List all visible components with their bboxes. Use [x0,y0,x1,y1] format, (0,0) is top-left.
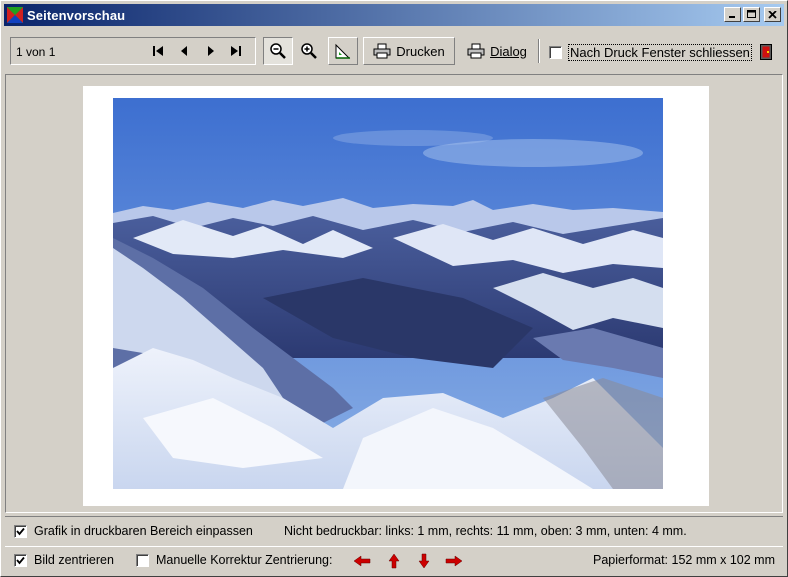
close-button[interactable] [764,7,781,22]
print-button[interactable]: Drucken [363,37,455,65]
last-page-icon [231,46,241,56]
minimize-button[interactable] [724,7,741,22]
app-icon [7,7,23,23]
window-title: Seitenvorschau [27,7,126,23]
manual-correction-label: Manuelle Korrektur Zentrierung: [156,553,333,567]
paper-sheet [83,86,709,506]
minimize-icon [729,16,735,18]
exit-icon[interactable] [760,44,772,60]
fit-to-printable-option[interactable]: Grafik in druckbaren Bereich einpassen [14,524,253,538]
maximize-icon [746,10,756,18]
next-page-button[interactable] [203,43,219,59]
paper-format-text: Papierformat: 152 mm x 102 mm [593,553,776,567]
center-image-option[interactable]: Bild zentrieren [14,553,114,567]
toolbar-separator [538,39,540,63]
maximize-button[interactable] [743,7,760,22]
checkmark-icon [16,527,25,535]
toolbar: 1 von 1 Drucken Dialog Nach Druck Fenste… [4,31,784,71]
margins-button[interactable] [328,37,358,65]
printer-icon [467,43,485,59]
close-after-print-label: Nach Druck Fenster schliessen [568,44,752,61]
print-label: Drucken [396,43,445,59]
title-bar[interactable]: Seitenvorschau [4,4,784,26]
checkmark-icon [16,556,25,564]
fit-to-printable-label: Grafik in druckbaren Bereich einpassen [34,524,253,538]
close-icon [768,10,777,19]
previous-page-icon [181,46,187,56]
ruler-triangle-icon [335,43,351,59]
manual-correction-checkbox[interactable] [136,553,149,567]
preview-area [5,74,783,513]
zoom-out-button[interactable] [263,37,293,65]
last-page-button[interactable] [228,43,244,59]
arrow-left-icon[interactable] [353,553,371,569]
zoom-in-icon [301,43,317,59]
manual-correction-option[interactable]: Manuelle Korrektur Zentrierung: [136,553,332,567]
first-page-icon [153,46,163,56]
print-dialog-button[interactable]: Dialog [462,37,532,65]
arrow-right-icon[interactable] [445,553,463,569]
zoom-in-button[interactable] [295,37,323,65]
next-page-icon [208,46,214,56]
page-counter: 1 von 1 [16,45,56,59]
center-image-label: Bild zentrieren [34,553,114,567]
mountain-photo [113,98,663,489]
close-after-print-checkbox[interactable] [549,46,562,59]
center-image-checkbox[interactable] [14,553,27,567]
arrow-up-icon[interactable] [385,553,403,569]
arrow-down-icon[interactable] [415,553,433,569]
first-page-button[interactable] [150,43,166,59]
zoom-out-icon [270,43,286,59]
previous-page-button[interactable] [176,43,192,59]
close-after-print-option[interactable]: Nach Druck Fenster schliessen [549,44,752,61]
preview-window: Seitenvorschau 1 von 1 Drucken Dialog Na… [0,0,788,577]
printer-icon [373,43,391,59]
options-row-2: Bild zentrieren Manuelle Korrektur Zentr… [5,546,783,574]
dialog-label: Dialog [490,43,527,59]
page-navigator: 1 von 1 [10,37,256,65]
fit-to-printable-checkbox[interactable] [14,524,27,538]
unprintable-margins-text: Nicht bedruckbar: links: 1 mm, rechts: 1… [284,524,687,538]
options-row-1: Grafik in druckbaren Bereich einpassen N… [5,516,783,545]
